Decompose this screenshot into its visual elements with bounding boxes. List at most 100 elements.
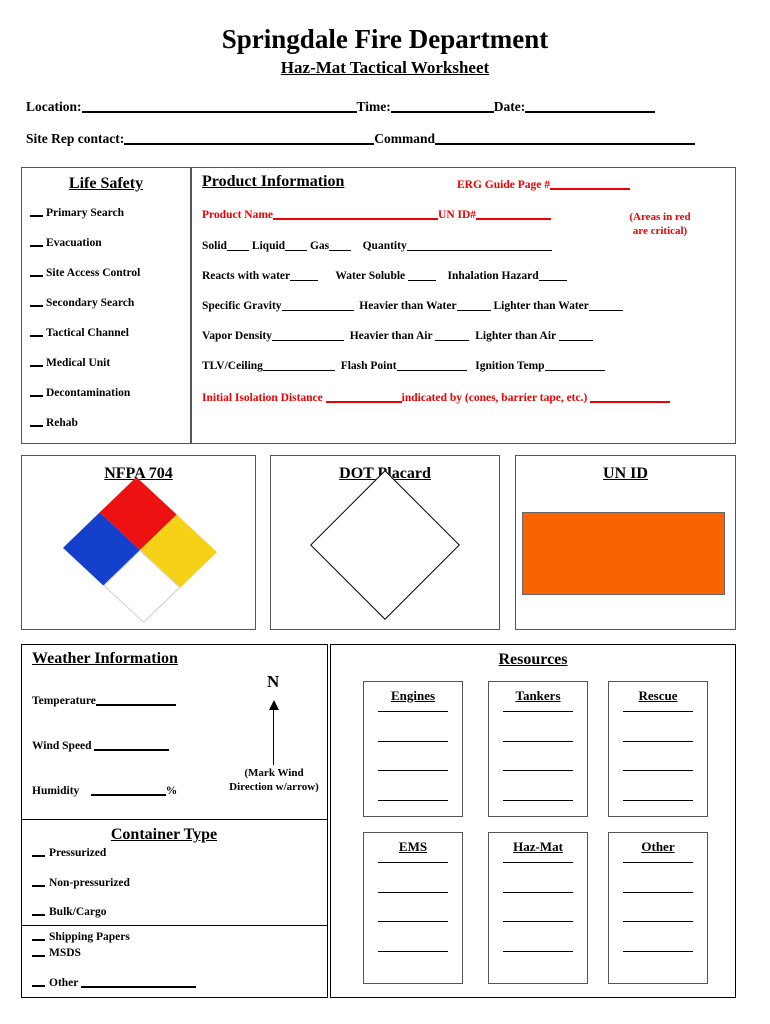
checkbox-blank[interactable] (30, 417, 43, 427)
lighter-than-air-input[interactable] (559, 329, 594, 341)
resource-entry-line[interactable] (503, 862, 573, 863)
resource-entry-line[interactable] (623, 770, 693, 771)
checkbox-blank[interactable] (30, 267, 43, 277)
ignition-temp-input[interactable] (544, 359, 605, 371)
time-input[interactable] (390, 100, 494, 113)
flash-point-input[interactable] (396, 359, 467, 371)
water-soluble-input[interactable] (408, 269, 437, 281)
specific-gravity-input[interactable] (281, 299, 354, 311)
humidity-input[interactable] (90, 783, 166, 796)
checkbox-blank[interactable] (32, 877, 45, 887)
page-title: Springdale Fire Department (221, 24, 549, 54)
resource-entry-line[interactable] (623, 951, 693, 952)
resource-entry-line[interactable] (503, 951, 573, 952)
resource-box-other[interactable]: Other (608, 832, 708, 984)
wind-speed-input[interactable] (94, 738, 170, 751)
checkbox-blank[interactable] (32, 931, 45, 941)
resource-box-ems[interactable]: EMS (363, 832, 463, 984)
mark-wind-direction-note: (Mark Wind Direction w/arrow) (229, 767, 319, 793)
checkbox-blank[interactable] (30, 297, 43, 307)
resource-entry-line[interactable] (623, 741, 693, 742)
resource-entry-line[interactable] (378, 951, 448, 952)
container-type-item-non-pressurized[interactable]: Non-pressurized (32, 877, 130, 889)
checkbox-blank[interactable] (32, 847, 45, 857)
un-id-orange-placard[interactable] (522, 512, 725, 595)
container-type-item-bulk-cargo[interactable]: Bulk/Cargo (32, 906, 107, 918)
temperature-input[interactable] (95, 693, 176, 706)
liquid-checkbox[interactable] (285, 239, 308, 251)
inhalation-hazard-input[interactable] (538, 269, 567, 281)
life-safety-item-medical-unit[interactable]: Medical Unit (30, 357, 110, 369)
resource-entry-line[interactable] (503, 741, 573, 742)
erg-guide-page-input[interactable] (549, 178, 630, 190)
location-input[interactable] (81, 100, 357, 113)
resource-box-engines[interactable]: Engines (363, 681, 463, 817)
lighter-than-water-input[interactable] (588, 299, 623, 311)
resource-entry-line[interactable] (378, 892, 448, 893)
quantity-input[interactable] (406, 239, 552, 251)
site-rep-input[interactable] (124, 132, 375, 145)
un-id-input[interactable] (476, 208, 552, 220)
resource-box-tankers[interactable]: Tankers (488, 681, 588, 817)
resources-heading: Resources (498, 651, 568, 668)
life-safety-item-secondary-search[interactable]: Secondary Search (30, 297, 134, 309)
product-name-input[interactable] (273, 208, 439, 220)
checkbox-blank[interactable] (32, 977, 45, 987)
solid-checkbox[interactable] (226, 239, 249, 251)
resource-entry-line[interactable] (503, 770, 573, 771)
resource-box-haz-mat[interactable]: Haz-Mat (488, 832, 588, 984)
tlv-ceiling-input[interactable] (262, 359, 335, 371)
resource-entry-line[interactable] (503, 921, 573, 922)
life-safety-item-evacuation[interactable]: Evacuation (30, 237, 102, 249)
resource-entry-line[interactable] (503, 711, 573, 712)
checkbox-blank[interactable] (32, 947, 45, 957)
checkbox-blank[interactable] (30, 207, 43, 217)
specific-gravity-row: Specific Gravity Heavier than Water Ligh… (202, 299, 623, 312)
wind-direction-arrow-head (269, 700, 279, 710)
checkbox-blank[interactable] (30, 327, 43, 337)
life-safety-item-primary-search[interactable]: Primary Search (30, 207, 124, 219)
resource-entry-line[interactable] (378, 770, 448, 771)
isolation-distance-input[interactable] (325, 391, 402, 403)
heavier-than-water-input[interactable] (456, 299, 491, 311)
resource-entry-line[interactable] (378, 741, 448, 742)
isolation-indicated-input[interactable] (590, 391, 671, 403)
nfpa-704-diamond (62, 476, 218, 624)
north-label: N (267, 672, 280, 691)
heavier-than-air-input[interactable] (435, 329, 470, 341)
gas-checkbox[interactable] (329, 239, 352, 251)
resource-entry-line[interactable] (623, 862, 693, 863)
docs-item-other[interactable]: Other (32, 975, 197, 989)
resource-entry-line[interactable] (378, 921, 448, 922)
checkbox-blank[interactable] (30, 357, 43, 367)
un-id-heading: UN ID (603, 465, 648, 482)
resource-entry-line[interactable] (378, 800, 448, 801)
docs-item-shipping-papers[interactable]: Shipping Papers (32, 931, 130, 943)
other-document-input[interactable] (81, 975, 197, 988)
checkbox-blank[interactable] (30, 237, 43, 247)
vapor-density-input[interactable] (271, 329, 344, 341)
resource-entry-line[interactable] (623, 921, 693, 922)
temperature-row: Temperature (32, 693, 176, 707)
tlv-flash-ignition-row: TLV/Ceiling Flash Point Ignition Temp (202, 359, 605, 372)
container-type-item-pressurized[interactable]: Pressurized (32, 847, 106, 859)
checkbox-blank[interactable] (32, 906, 45, 916)
resource-entry-line[interactable] (623, 711, 693, 712)
resource-entry-line[interactable] (378, 711, 448, 712)
checkbox-blank[interactable] (30, 387, 43, 397)
resource-entry-line[interactable] (623, 892, 693, 893)
resource-label-haz-mat: Haz-Mat (513, 839, 563, 854)
life-safety-item-rehab[interactable]: Rehab (30, 417, 78, 429)
date-input[interactable] (525, 100, 656, 113)
docs-item-msds[interactable]: MSDS (32, 947, 81, 959)
command-input[interactable] (435, 132, 695, 145)
resource-entry-line[interactable] (503, 800, 573, 801)
life-safety-item-site-access-control[interactable]: Site Access Control (30, 267, 140, 279)
reacts-with-water-input[interactable] (290, 269, 319, 281)
resource-entry-line[interactable] (378, 862, 448, 863)
life-safety-item-decontamination[interactable]: Decontamination (30, 387, 130, 399)
resource-box-rescue[interactable]: Rescue (608, 681, 708, 817)
life-safety-item-tactical-channel[interactable]: Tactical Channel (30, 327, 129, 339)
resource-entry-line[interactable] (623, 800, 693, 801)
resource-entry-line[interactable] (503, 892, 573, 893)
